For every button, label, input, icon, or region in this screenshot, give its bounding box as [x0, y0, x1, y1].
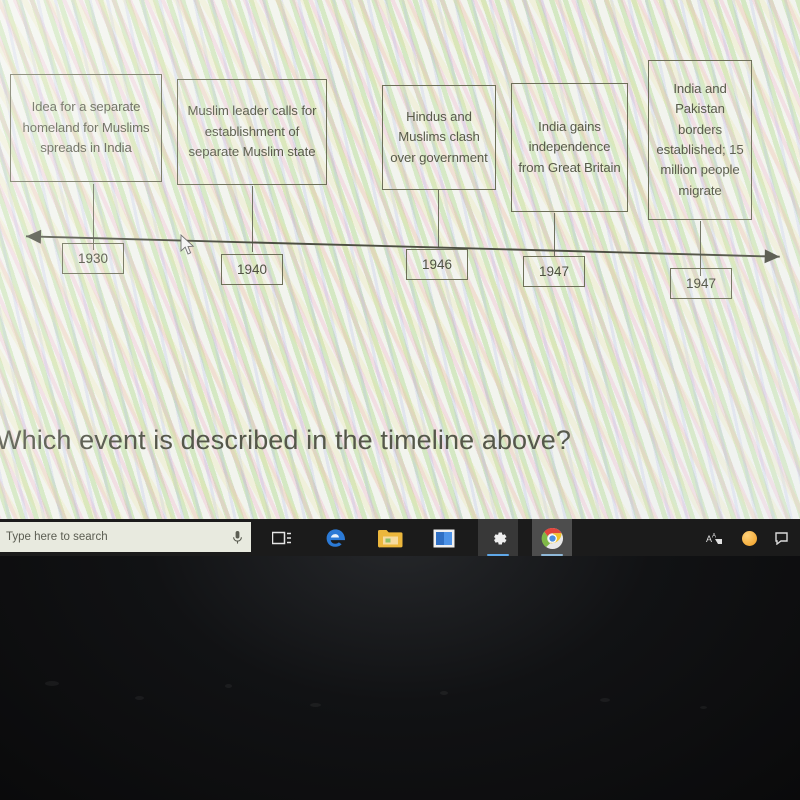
event-box: India gains independence from Great Brit… [511, 83, 628, 212]
event-text: India gains independence from Great Brit… [518, 118, 621, 175]
search-input[interactable]: Type here to search [0, 522, 251, 552]
year-box: 1947 [670, 268, 732, 299]
event-text: Hindus and Muslims clash over government [390, 108, 488, 165]
year-label: 1946 [421, 257, 453, 272]
event-box: Hindus and Muslims clash over government [382, 85, 496, 190]
event-box: Idea for a separate homeland for Muslims… [10, 74, 162, 182]
year-box: 1930 [62, 243, 124, 274]
event-box: India and Pakistan borders established; … [648, 60, 752, 220]
event-text: India and Pakistan borders established; … [656, 80, 744, 198]
year-box: 1947 [523, 256, 585, 287]
event-text: Muslim leader calls for establishment of… [187, 103, 317, 160]
year-label: 1940 [236, 262, 268, 277]
year-label: 1930 [77, 251, 109, 266]
language-icon[interactable]: A A [706, 529, 724, 547]
edge-icon[interactable] [316, 519, 356, 556]
system-tray: A A [706, 529, 800, 547]
chrome-icon[interactable] [532, 519, 572, 556]
laptop-screen: Idea for a separate homeland for Muslims… [0, 0, 800, 556]
windows-taskbar: Type here to search A A [0, 519, 800, 556]
event-box: Muslim leader calls for establishment of… [177, 79, 327, 185]
store-icon[interactable] [424, 519, 464, 556]
mouse-cursor [180, 234, 195, 255]
year-label: 1947 [538, 264, 570, 279]
timeline-diagram: Idea for a separate homeland for Muslims… [0, 0, 800, 556]
notification-icon[interactable] [774, 529, 792, 547]
search-placeholder: Type here to search [6, 531, 108, 543]
year-box: 1940 [221, 254, 283, 285]
task-view-icon[interactable] [262, 519, 302, 556]
file-explorer-icon[interactable] [370, 519, 410, 556]
microphone-icon[interactable] [232, 530, 243, 545]
settings-icon[interactable] [478, 519, 518, 556]
question-text: Which event is described in the timeline… [0, 425, 572, 455]
event-text: Idea for a separate homeland for Muslims… [22, 99, 150, 156]
status-circle-icon[interactable] [740, 529, 758, 547]
laptop-body [0, 556, 800, 800]
year-box: 1946 [406, 249, 468, 280]
svg-text:A: A [712, 533, 716, 539]
year-label: 1947 [685, 276, 717, 291]
